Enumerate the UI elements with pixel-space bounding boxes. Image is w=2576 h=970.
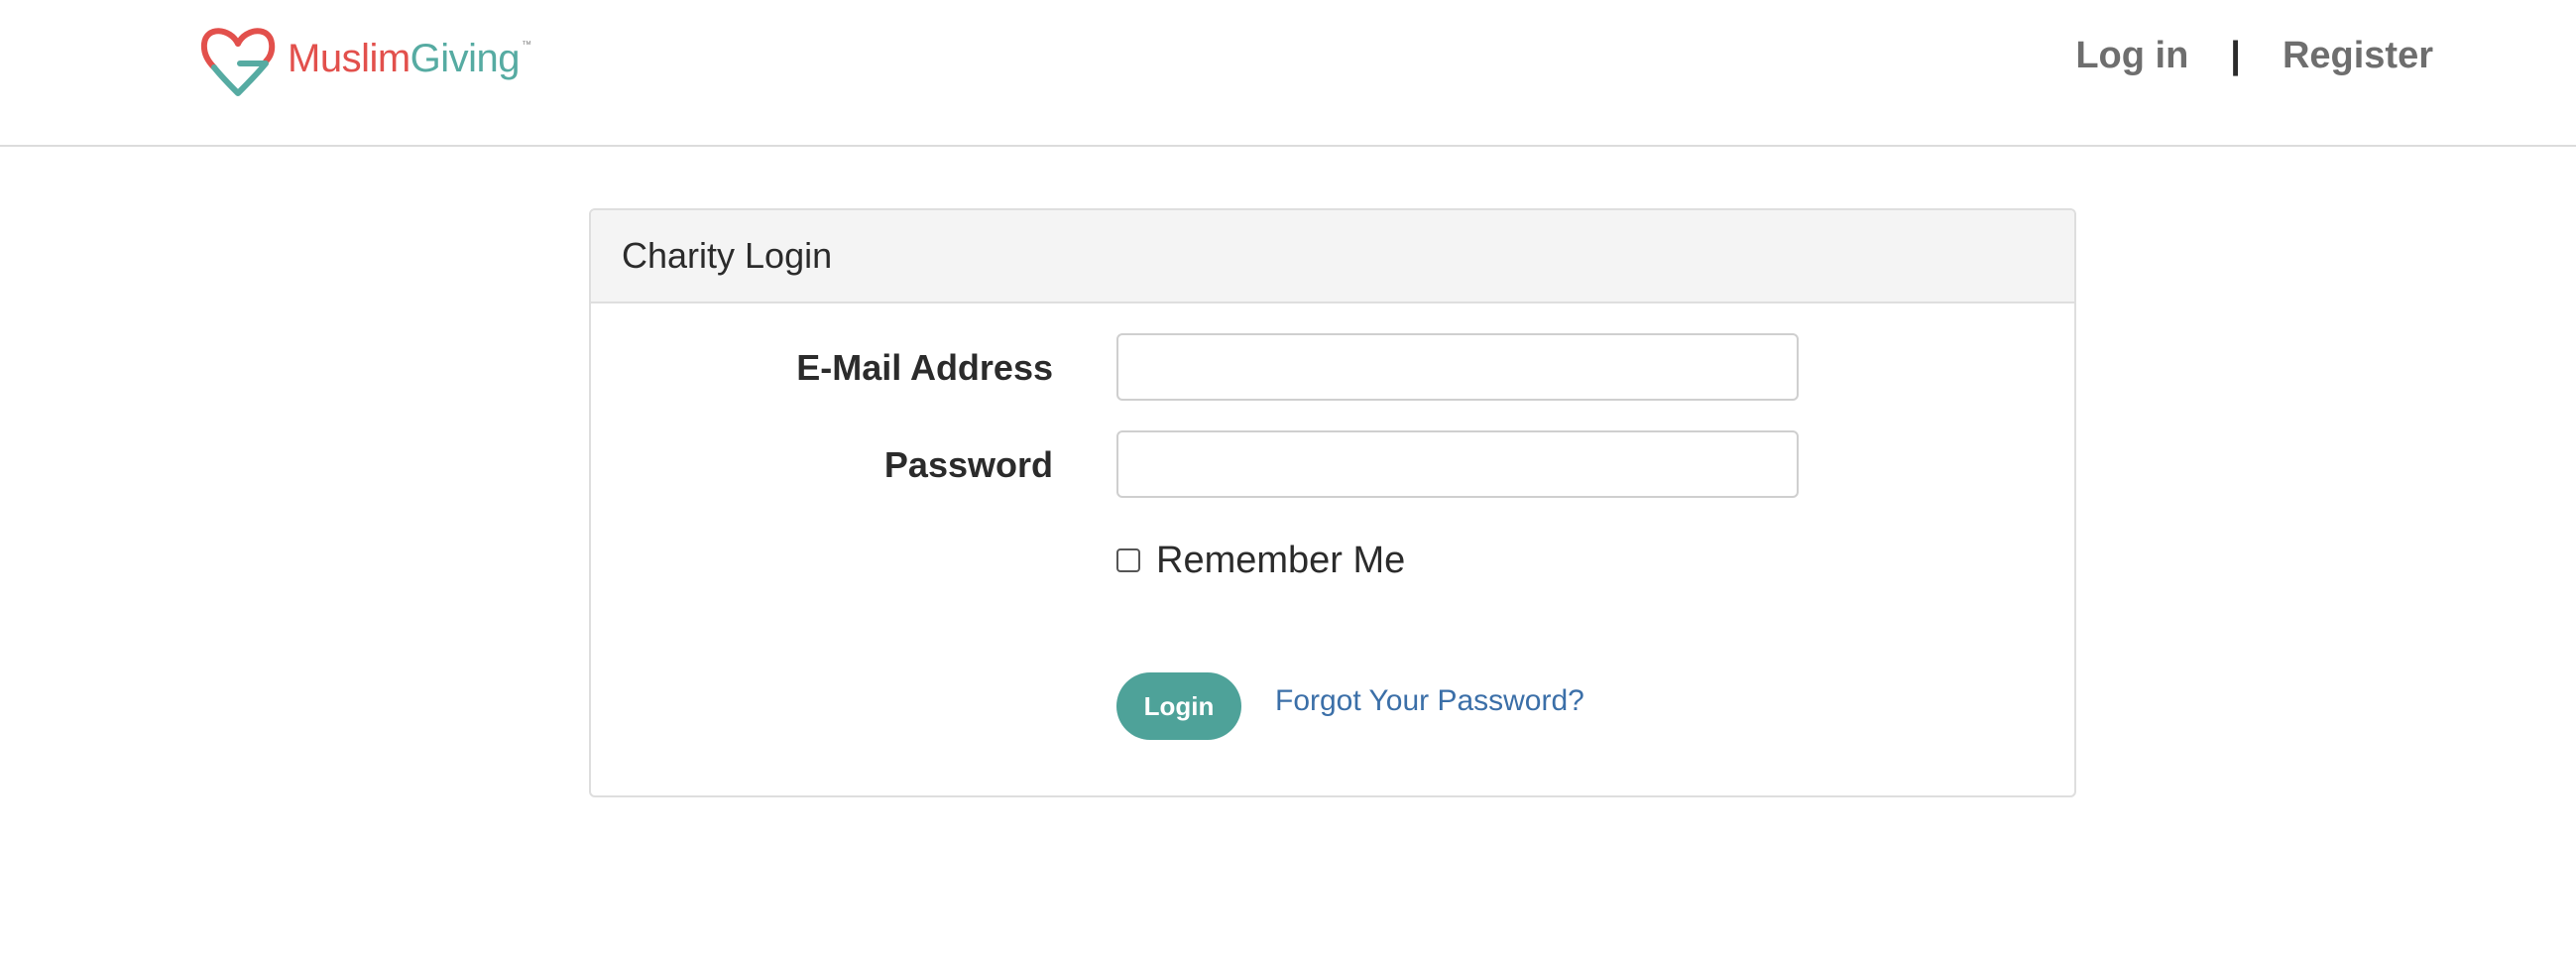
auth-nav: Log in | Register [2075, 30, 2433, 81]
login-button[interactable]: Login [1116, 672, 1241, 740]
card-title: Charity Login [591, 210, 2074, 303]
register-nav-link[interactable]: Register [2283, 35, 2433, 77]
password-input[interactable] [1116, 430, 1799, 498]
brand-logo-link[interactable]: Muslim Giving ™ [200, 24, 531, 97]
heart-g-logo-icon [200, 28, 276, 96]
remember-me-label[interactable]: Remember Me [1156, 540, 1405, 582]
forgot-password-link[interactable]: Forgot Your Password? [1275, 684, 1584, 718]
brand-wordmark: Muslim Giving ™ [288, 39, 531, 78]
nav-separator: | [2230, 34, 2241, 76]
charity-login-card: Charity Login E-Mail Address Password Re… [589, 208, 2076, 797]
email-input[interactable] [1116, 333, 1799, 401]
brand-name-part1: Muslim [288, 37, 410, 80]
brand-name-part2: Giving [410, 37, 521, 80]
password-label: Password [883, 444, 1053, 485]
login-form: E-Mail Address Password Remember Me Logi… [591, 303, 2074, 795]
remember-me-checkbox[interactable] [1116, 548, 1140, 572]
login-nav-link[interactable]: Log in [2075, 35, 2188, 77]
top-navbar: Muslim Giving ™ Log in | Register [0, 0, 2576, 147]
trademark-symbol: ™ [522, 40, 531, 51]
remember-me-row: Remember Me [1116, 536, 1405, 585]
email-label: E-Mail Address [796, 347, 1053, 388]
